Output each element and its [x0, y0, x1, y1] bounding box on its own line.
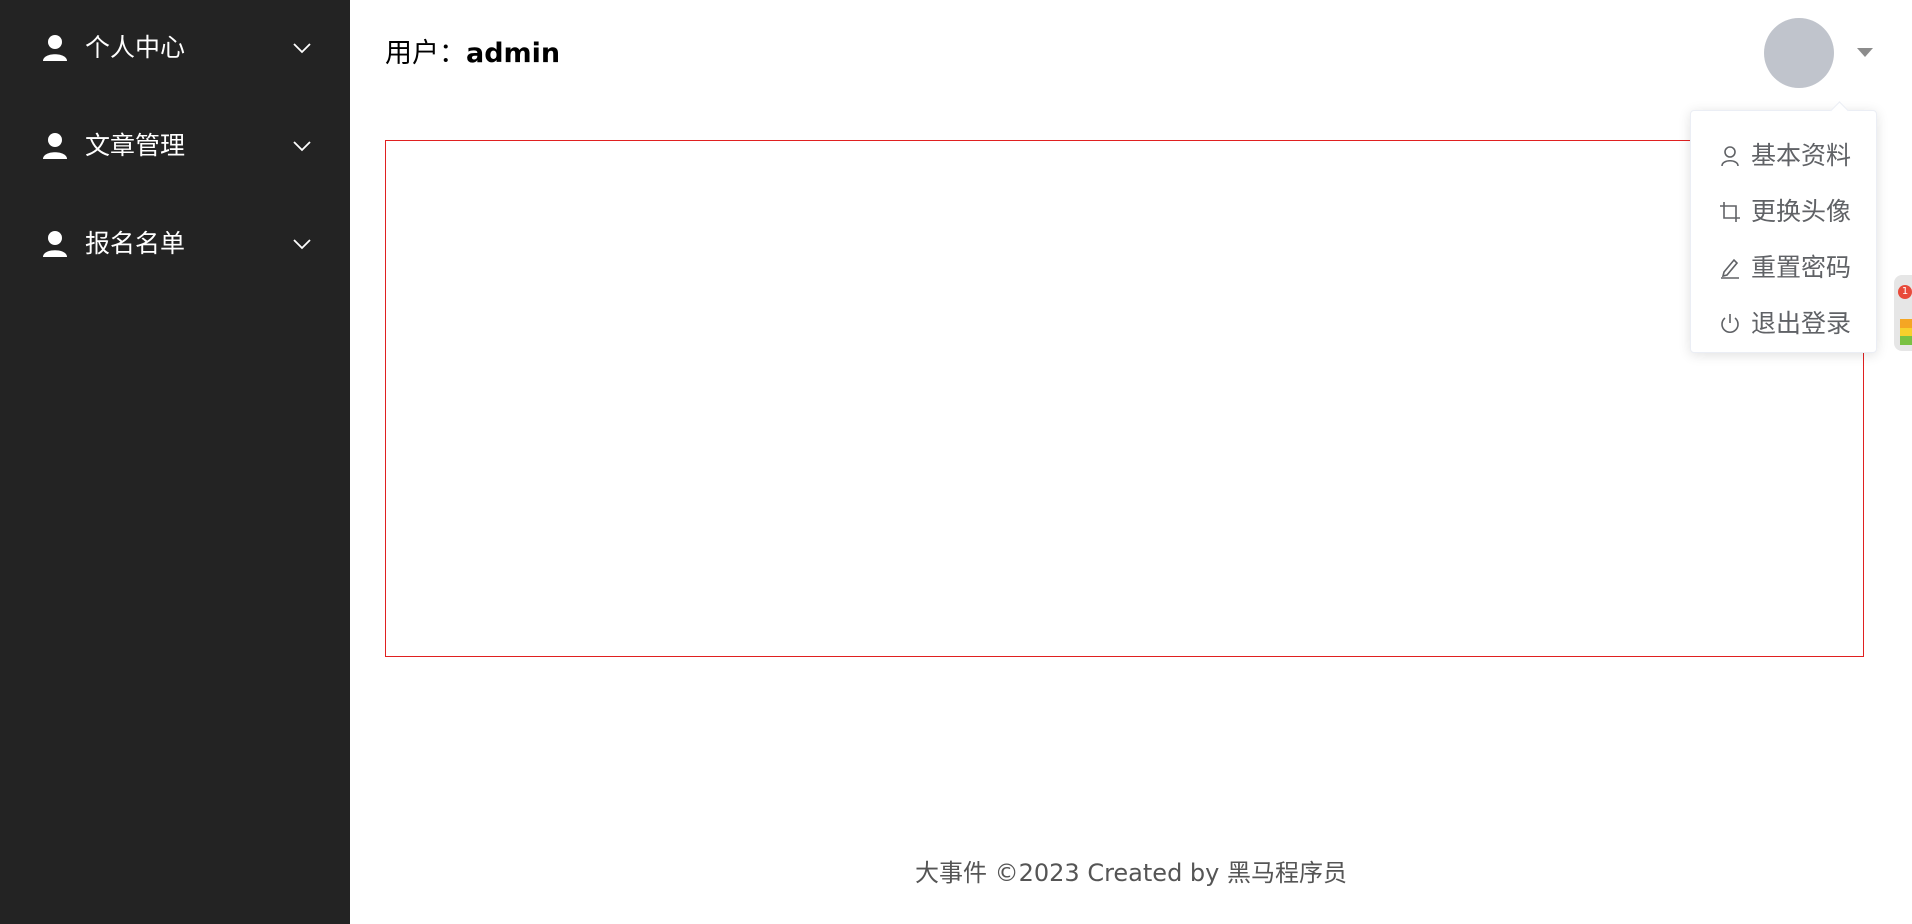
edit-pen-icon — [1721, 258, 1739, 279]
username: admin — [466, 38, 561, 69]
caret-down-icon[interactable] — [1857, 48, 1873, 57]
header-user-info: 用户：admin — [385, 34, 560, 74]
sidebar-item-label: 报名名单 — [85, 229, 186, 258]
footer-copyright: 大事件 ©2023 Created by 黑马程序员 — [914, 859, 1347, 887]
sidebar: 个人中心 文章管理 报名名单 — [0, 0, 350, 924]
power-icon — [1721, 314, 1739, 333]
dropdown-item-change-avatar[interactable]: 更换头像 — [1691, 187, 1876, 237]
dropdown-item-label: 重置密码 — [1751, 253, 1852, 282]
sidebar-item-article-management[interactable]: 文章管理 — [0, 98, 350, 196]
chevron-down-icon — [293, 239, 311, 250]
avatar[interactable] — [1764, 18, 1834, 88]
chevron-down-icon — [293, 43, 311, 54]
floating-side-widget[interactable]: 1 — [1894, 275, 1912, 351]
chevron-down-icon — [293, 141, 311, 152]
user-dropdown-menu: 基本资料 更换头像 重置密码 退出登录 — [1690, 110, 1877, 353]
user-icon — [43, 231, 67, 257]
sidebar-item-registration-list[interactable]: 报名名单 — [0, 196, 350, 294]
dropdown-item-label: 更换头像 — [1751, 197, 1852, 226]
main-content-area — [385, 140, 1864, 657]
sidebar-item-label: 个人中心 — [85, 33, 186, 62]
dropdown-item-logout[interactable]: 退出登录 — [1691, 299, 1876, 349]
notification-badge: 1 — [1898, 285, 1912, 299]
dropdown-item-label: 退出登录 — [1751, 309, 1852, 338]
sidebar-item-personal-center[interactable]: 个人中心 — [0, 0, 350, 98]
user-outline-icon — [1721, 146, 1739, 167]
dropdown-item-reset-password[interactable]: 重置密码 — [1691, 243, 1876, 293]
crop-icon — [1720, 202, 1740, 222]
dropdown-item-basic-info[interactable]: 基本资料 — [1691, 131, 1876, 181]
sidebar-item-label: 文章管理 — [85, 131, 186, 160]
user-prefix-label: 用户： — [385, 38, 466, 69]
dropdown-item-label: 基本资料 — [1751, 141, 1852, 170]
bar-chart-icon — [1900, 319, 1912, 345]
user-icon — [43, 133, 67, 159]
user-icon — [43, 35, 67, 61]
